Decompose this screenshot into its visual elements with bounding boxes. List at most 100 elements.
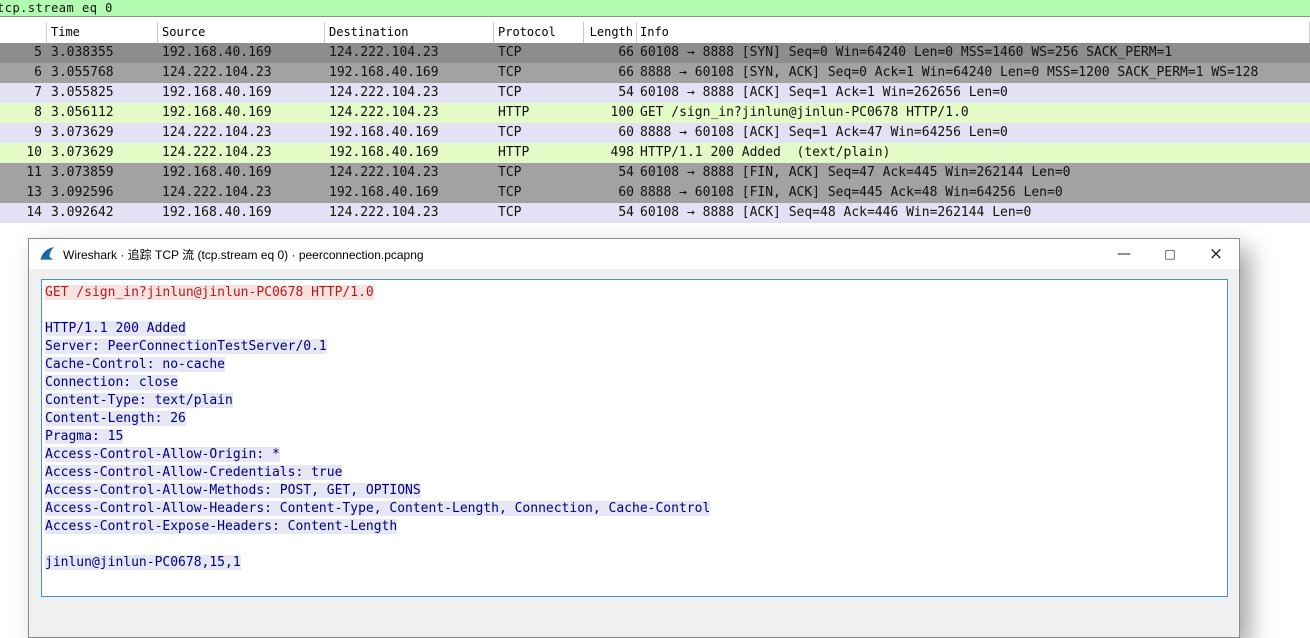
packet-rows: 5 3.038355 192.168.40.169 124.222.104.23…	[0, 43, 1310, 223]
window-controls: — □ ×	[1101, 239, 1239, 269]
packet-row[interactable]: 13 3.092596 124.222.104.23 192.168.40.16…	[0, 183, 1310, 203]
packet-cell-destination: 124.222.104.23	[329, 165, 439, 180]
stream-segment-server: Access-Control-Allow-Headers: Content-Ty…	[45, 501, 711, 516]
stream-segment-server: Access-Control-Allow-Methods: POST, GET,…	[45, 483, 421, 498]
packet-row[interactable]: 10 3.073629 124.222.104.23 192.168.40.16…	[0, 143, 1310, 163]
packet-cell-length: 100	[610, 105, 634, 120]
packet-cell-destination: 124.222.104.23	[329, 205, 439, 220]
stream-segment-server: HTTP/1.1 200 Added	[45, 321, 186, 336]
packet-row[interactable]: 11 3.073859 192.168.40.169 124.222.104.2…	[0, 163, 1310, 183]
packet-cell-source: 192.168.40.169	[162, 105, 272, 120]
stream-segment-server: Access-Control-Allow-Credentials: true	[45, 465, 343, 480]
stream-line: Connection: close	[45, 374, 1227, 392]
column-header-length[interactable]: Length	[584, 22, 637, 43]
dialog-titlebar[interactable]: Wireshark · 追踪 TCP 流 (tcp.stream eq 0) ·…	[29, 239, 1239, 269]
packet-cell-protocol: TCP	[498, 165, 522, 180]
packet-cell-info: 60108 → 8888 [ACK] Seq=1 Ack=1 Win=26265…	[640, 85, 1008, 100]
packet-cell-no: 13	[26, 185, 42, 200]
packet-cell-time: 3.038355	[51, 45, 114, 60]
stream-line: Cache-Control: no-cache	[45, 356, 1227, 374]
packet-cell-protocol: TCP	[498, 205, 522, 220]
packet-cell-destination: 192.168.40.169	[329, 145, 439, 160]
packet-row[interactable]: 8 3.056112 192.168.40.169 124.222.104.23…	[0, 103, 1310, 123]
packet-cell-no: 9	[34, 125, 42, 140]
packet-row[interactable]: 7 3.055825 192.168.40.169 124.222.104.23…	[0, 83, 1310, 103]
minimize-button[interactable]: —	[1101, 239, 1147, 269]
packet-row[interactable]: 6 3.055768 124.222.104.23 192.168.40.169…	[0, 63, 1310, 83]
packet-cell-info: 60108 → 8888 [ACK] Seq=48 Ack=446 Win=26…	[640, 205, 1032, 220]
packet-cell-no: 8	[34, 105, 42, 120]
column-header-no[interactable]	[0, 22, 47, 43]
packet-cell-source: 124.222.104.23	[162, 145, 272, 160]
stream-line: jinlun@jinlun-PC0678,15,1	[45, 554, 1227, 572]
stream-segment-server: jinlun@jinlun-PC0678,15,1	[45, 555, 241, 570]
packet-cell-length: 54	[618, 85, 634, 100]
packet-cell-length: 60	[618, 185, 634, 200]
column-header-destination[interactable]: Destination	[325, 22, 494, 43]
stream-line: Access-Control-Allow-Origin: *	[45, 446, 1227, 464]
close-button[interactable]: ×	[1193, 239, 1239, 269]
packet-cell-length: 66	[618, 45, 634, 60]
packet-cell-destination: 192.168.40.169	[329, 185, 439, 200]
stream-content-box[interactable]: GET /sign_in?jinlun@jinlun-PC0678 HTTP/1…	[41, 279, 1228, 597]
packet-cell-time: 3.073629	[51, 125, 114, 140]
column-header-source[interactable]: Source	[158, 22, 325, 43]
stream-line: GET /sign_in?jinlun@jinlun-PC0678 HTTP/1…	[45, 284, 1227, 302]
packet-cell-protocol: TCP	[498, 85, 522, 100]
packet-cell-info: 8888 → 60108 [ACK] Seq=1 Ack=47 Win=6425…	[640, 125, 1008, 140]
packet-cell-time: 3.073859	[51, 165, 114, 180]
stream-line: Server: PeerConnectionTestServer/0.1	[45, 338, 1227, 356]
packet-cell-time: 3.055768	[51, 65, 114, 80]
stream-line: Pragma: 15	[45, 428, 1227, 446]
packet-cell-time: 3.073629	[51, 145, 114, 160]
stream-line	[45, 302, 1227, 320]
packet-cell-info: 60108 → 8888 [SYN] Seq=0 Win=64240 Len=0…	[640, 45, 1173, 60]
packet-cell-source: 192.168.40.169	[162, 165, 272, 180]
stream-line: Access-Control-Expose-Headers: Content-L…	[45, 518, 1227, 536]
packet-cell-no: 5	[34, 45, 42, 60]
stream-segment-server: Access-Control-Expose-Headers: Content-L…	[45, 519, 398, 534]
stream-segment-server: Pragma: 15	[45, 429, 124, 444]
stream-segment-server: Cache-Control: no-cache	[45, 357, 226, 372]
close-icon: ×	[1208, 243, 1224, 264]
packet-cell-info: 8888 → 60108 [SYN, ACK] Seq=0 Ack=1 Win=…	[640, 65, 1259, 80]
stream-line: HTTP/1.1 200 Added	[45, 320, 1227, 338]
packet-cell-protocol: TCP	[498, 185, 522, 200]
packet-cell-info: 60108 → 8888 [FIN, ACK] Seq=47 Ack=445 W…	[640, 165, 1071, 180]
packet-cell-length: 66	[618, 65, 634, 80]
packet-cell-no: 10	[26, 145, 42, 160]
packet-cell-info: 8888 → 60108 [FIN, ACK] Seq=445 Ack=48 W…	[640, 185, 1063, 200]
column-header-time[interactable]: Time	[47, 22, 158, 43]
stream-line: Access-Control-Allow-Methods: POST, GET,…	[45, 482, 1227, 500]
packet-cell-protocol: HTTP	[498, 105, 530, 120]
packet-cell-source: 124.222.104.23	[162, 65, 272, 80]
dialog-title: Wireshark · 追踪 TCP 流 (tcp.stream eq 0) ·…	[63, 247, 424, 262]
packet-cell-time: 3.092642	[51, 205, 114, 220]
packet-cell-destination: 124.222.104.23	[329, 45, 439, 60]
packet-cell-length: 54	[618, 205, 634, 220]
packet-cell-time: 3.056112	[51, 105, 114, 120]
stream-line: Content-Length: 26	[45, 410, 1227, 428]
maximize-button[interactable]: □	[1147, 239, 1193, 269]
packet-cell-no: 11	[26, 165, 42, 180]
column-header-protocol[interactable]: Protocol	[494, 22, 584, 43]
packet-cell-source: 192.168.40.169	[162, 45, 272, 60]
packet-cell-destination: 192.168.40.169	[329, 125, 439, 140]
packet-cell-length: 60	[618, 125, 634, 140]
packet-cell-destination: 192.168.40.169	[329, 65, 439, 80]
packet-cell-destination: 124.222.104.23	[329, 105, 439, 120]
packet-row[interactable]: 14 3.092642 192.168.40.169 124.222.104.2…	[0, 203, 1310, 223]
stream-segment-server: Connection: close	[45, 375, 179, 390]
packet-cell-no: 14	[26, 205, 42, 220]
packet-cell-length: 498	[610, 145, 634, 160]
column-header-info[interactable]: Info	[637, 22, 1310, 43]
packet-row[interactable]: 9 3.073629 124.222.104.23 192.168.40.169…	[0, 123, 1310, 143]
stream-segment-server: Content-Type: text/plain	[45, 393, 233, 408]
filter-input[interactable]: tcp.stream eq 0	[0, 0, 1310, 17]
packet-row[interactable]: 5 3.038355 192.168.40.169 124.222.104.23…	[0, 43, 1310, 63]
stream-segment-server: Content-Length: 26	[45, 411, 186, 426]
stream-line: Access-Control-Allow-Headers: Content-Ty…	[45, 500, 1227, 518]
stream-segment-server: Access-Control-Allow-Origin: *	[45, 447, 280, 462]
packet-cell-length: 54	[618, 165, 634, 180]
packet-cell-protocol: TCP	[498, 125, 522, 140]
